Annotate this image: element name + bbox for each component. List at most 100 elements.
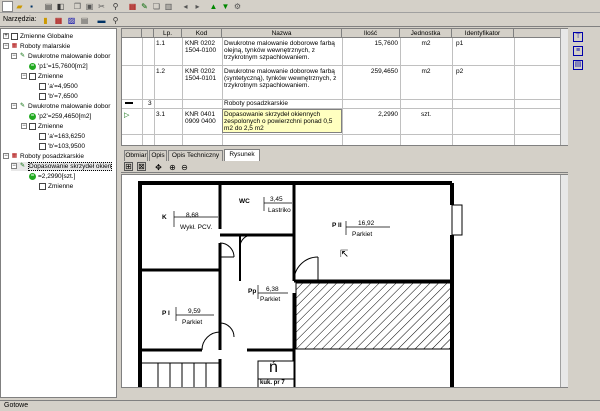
collapse-icon[interactable]: − — [11, 163, 17, 170]
variables-icon — [29, 72, 36, 80]
pan-icon[interactable]: ✥ — [153, 162, 164, 173]
database-icon[interactable]: ▮ — [40, 15, 51, 26]
edit-icon[interactable]: ✎ — [139, 1, 150, 12]
tree-item[interactable]: 'a'=4,9500 — [39, 82, 78, 91]
estimate-tree[interactable]: + Zmienne Globalne − ▦ Roboty malarskie − ✎ D… — [0, 28, 117, 398]
tree-item[interactable]: Zmienne — [39, 182, 73, 191]
tools-label: Narzędzia: — [3, 16, 37, 23]
zoom-out-icon[interactable]: ⊖ — [179, 162, 190, 173]
tree-item[interactable]: 'a'=163,6250 — [39, 132, 85, 141]
copy-icon[interactable]: ❐ — [72, 1, 83, 12]
nav-right-icon[interactable]: ▸ — [192, 1, 203, 12]
room-p2-name: Parkiet — [352, 231, 373, 238]
new-icon[interactable] — [2, 1, 13, 12]
tab-opis-techniczny[interactable]: Opis Techniczny — [168, 150, 223, 161]
drawing-toolbar: ⊞ ⊠ ✥ ⊕ ⊖ — [121, 161, 568, 173]
price-icon[interactable]: ▨ — [66, 15, 77, 26]
paste-icon[interactable]: ▣ — [84, 1, 95, 12]
tree-item[interactable]: ='p1'=15,7600[m2] — [29, 62, 88, 71]
delete-icon[interactable]: ▥ — [163, 1, 174, 12]
list-view-icon[interactable]: ▤ — [573, 60, 583, 70]
tab-opis[interactable]: Opis — [149, 150, 167, 161]
room-wc-code: WC — [239, 198, 250, 205]
grid-header-kod[interactable]: Kod — [182, 29, 222, 38]
grid-header-nazwa[interactable]: Nazwa — [222, 29, 342, 38]
settings-icon[interactable]: ⚙ — [232, 1, 243, 12]
row4-jednostka: szt. — [420, 111, 432, 118]
tab-obmiar[interactable]: Obmiar — [124, 150, 148, 161]
open-icon[interactable]: ▰ — [14, 1, 25, 12]
position-icon: ✎ — [19, 52, 26, 59]
monitor-icon[interactable]: ▬ — [96, 15, 107, 26]
tree-item-selected[interactable]: − ✎ Dopasowanie skrzydeł okien — [11, 162, 113, 171]
row4-kod: KNR 0401 0909 0400 — [185, 111, 216, 125]
cut-icon[interactable]: ✂ — [96, 1, 107, 12]
tree-item[interactable]: 'b'=7,6500 — [39, 92, 78, 101]
drawing-canvas[interactable]: K 8,68 Wykł. PCV. WC 3,45 Lastriko P II … — [121, 174, 568, 388]
variable-icon — [39, 142, 46, 150]
nav-left-icon[interactable]: ◂ — [180, 1, 191, 12]
drawing-scrollbar[interactable] — [560, 175, 568, 387]
zoom-area-icon[interactable]: ⊠ — [137, 162, 146, 171]
room-pp-area: 6,38 — [266, 286, 279, 293]
down-icon[interactable]: ▼ — [220, 1, 231, 12]
status-bar: Gotowe — [0, 400, 600, 411]
room-p2-area: 16,92 — [358, 220, 375, 227]
book-icon[interactable]: ▦ — [127, 1, 138, 12]
room-k-area: 8,68 — [186, 212, 199, 219]
grid-header-identyfikator[interactable]: Identyfikator — [452, 29, 514, 38]
grid-header-jednostka[interactable]: Jednostka — [400, 29, 452, 38]
tree-item[interactable]: − ▦ Roboty malarskie — [3, 42, 70, 51]
tree-item[interactable]: 'b'=103,9500 — [39, 142, 85, 151]
variables-icon — [29, 122, 36, 130]
print-icon[interactable]: ▤ — [43, 1, 54, 12]
collapse-icon[interactable]: − — [21, 123, 27, 130]
right-panel: ⊤ ≡ ▤ — [571, 28, 600, 398]
grid-header-ilosc[interactable]: Ilość — [342, 29, 400, 38]
tree-item[interactable]: − Zmienne — [21, 72, 63, 81]
row1-nazwa: Dwukrotne malowanie doborowe farbą olejn… — [224, 40, 335, 61]
room-wc-area: 3,45 — [270, 196, 283, 203]
catalog-icon[interactable]: ▦ — [53, 15, 64, 26]
collapse-icon[interactable]: − — [21, 73, 27, 80]
room-p1-name: Parkiet — [182, 319, 203, 326]
tree-item[interactable]: + Zmienne Globalne — [3, 32, 73, 41]
collapse-icon[interactable]: − — [11, 53, 17, 60]
tree-view-icon[interactable]: ⊤ — [573, 32, 583, 42]
save-icon[interactable]: ▪ — [26, 1, 37, 12]
report-icon[interactable]: ▤ — [79, 15, 90, 26]
result-icon: = — [29, 112, 36, 120]
binoculars-icon[interactable]: ⚲ — [110, 15, 121, 26]
tree-item[interactable]: ='p2'=259,4650[m2] — [29, 112, 91, 121]
cursor-icon: ⇱ — [340, 249, 349, 260]
row3-nazwa: Roboty posadzkarskie — [224, 100, 288, 107]
expand-icon[interactable]: + — [3, 33, 9, 40]
find-icon[interactable]: ⚲ — [110, 1, 121, 12]
collapse-icon[interactable]: − — [11, 103, 17, 110]
zoom-in-icon[interactable]: ⊕ — [167, 162, 178, 173]
positions-grid[interactable]: Lp. Kod Nazwa Ilość Jednostka Identyfika… — [121, 28, 568, 146]
tree-item[interactable]: − ✎ Dwukrotne malowanie dobor — [11, 52, 110, 61]
drawing-stamp: kuk. pr 7 — [260, 380, 285, 386]
grid-header-lp[interactable]: Lp. — [154, 29, 182, 38]
grid-scrollbar[interactable] — [560, 29, 568, 145]
tree-item[interactable]: − ✎ Dwukrotne malowanie dobor — [11, 102, 110, 111]
collapse-icon[interactable]: − — [3, 43, 9, 50]
zoom-fit-icon[interactable]: ⊞ — [124, 162, 133, 171]
tree-item[interactable]: − ▦ Roboty posadzkarskie — [3, 152, 84, 161]
room-wc-name: Lastriko — [268, 207, 291, 214]
row2-lp: 1.2 — [156, 68, 166, 75]
grid-view-icon[interactable]: ≡ — [573, 46, 583, 56]
tools-bar: Narzędzia: ▮ ▦ ▨ ▤ ▬ ⚲ — [0, 14, 600, 27]
row4-nazwa[interactable]: Dopasowanie skrzydeł okiennych zespolony… — [222, 109, 342, 133]
tab-rysunek[interactable]: Rysunek — [224, 149, 260, 161]
up-icon[interactable]: ▲ — [208, 1, 219, 12]
tree-item[interactable]: = =2,2990[szt.] — [29, 172, 75, 181]
row1-identyfikator: p1 — [456, 40, 464, 47]
collapse-icon[interactable]: − — [3, 153, 9, 160]
room-pp-name: Parkiet — [260, 296, 281, 303]
tree-item[interactable]: − Zmienne — [21, 122, 63, 131]
copy2-icon[interactable]: ❏ — [151, 1, 162, 12]
book-icon: ▦ — [11, 42, 18, 49]
preview-icon[interactable]: ◧ — [55, 1, 66, 12]
